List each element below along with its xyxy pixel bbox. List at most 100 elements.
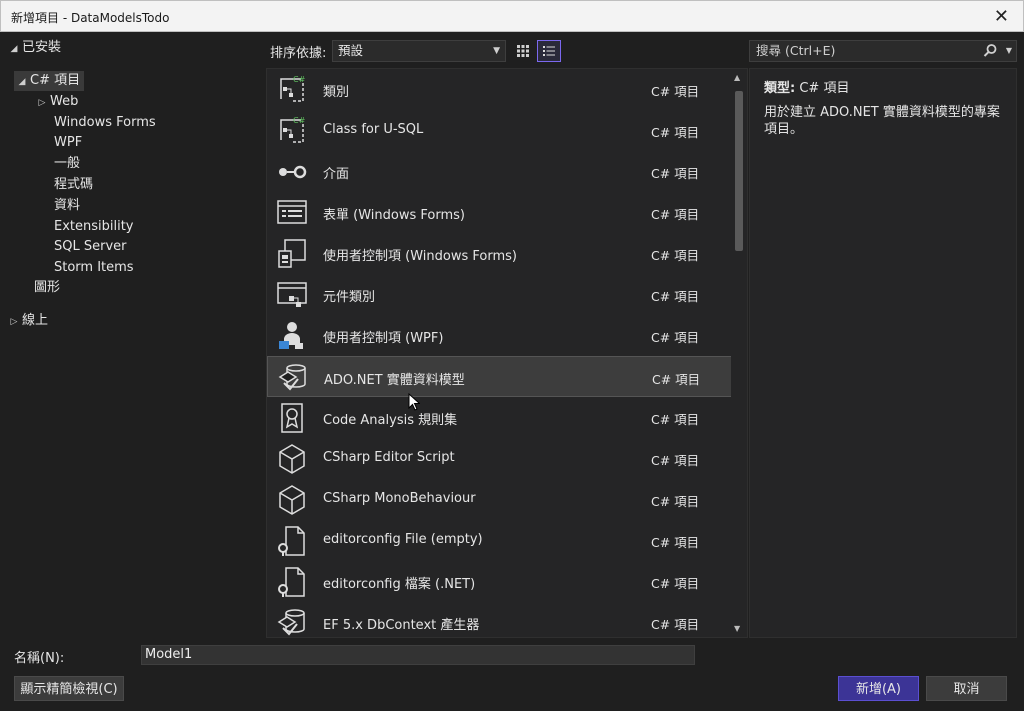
item-name: EF 5.x DbContext 產生器 (323, 618, 480, 633)
details-pane: 類型: C# 項目 用於建立 ADO.NET 實體資料模型的專案項目。 (749, 68, 1017, 638)
item-language: C# 項目 (651, 84, 700, 99)
tree-node-sql-server[interactable]: SQL Server (54, 237, 127, 257)
tree-node-storm-items[interactable]: Storm Items (54, 258, 134, 278)
tree-label-csharp: C# 項目 (30, 73, 81, 88)
grid-view-icon (517, 45, 529, 57)
tree-label: Web (50, 94, 79, 109)
compact-view-button[interactable]: 顯示精簡檢視(C) (14, 676, 124, 701)
class-icon: C# (275, 114, 309, 148)
tree-node-general[interactable]: 一般 (54, 154, 80, 174)
item-language: C# 項目 (651, 289, 700, 304)
item-language: C# 項目 (652, 372, 701, 387)
cube-icon (275, 442, 309, 476)
tree-node-csharp[interactable]: ◢ C# 項目 (14, 71, 84, 91)
list-scrollbar[interactable]: ▲ ▼ (731, 69, 747, 637)
list-item[interactable]: EF 5.x DbContext 產生器 C# 項目 (267, 602, 733, 637)
chevron-down-icon: ▼ (493, 46, 500, 56)
list-item[interactable]: CSharp MonoBehaviour C# 項目 (267, 479, 733, 520)
item-language: C# 項目 (651, 125, 700, 140)
title-bar: 新增項目 - DataModelsTodo ✕ (0, 0, 1024, 32)
tree-node-wpf[interactable]: WPF (54, 133, 82, 153)
svg-text:C#: C# (293, 116, 306, 125)
grid-view-button[interactable] (511, 40, 535, 62)
list-item[interactable]: 表單 (Windows Forms) C# 項目 (267, 192, 733, 233)
tree-node-windows-forms[interactable]: Windows Forms (54, 113, 156, 133)
tree-node-code[interactable]: 程式碼 (54, 175, 93, 195)
tree-node-online[interactable]: ▷ 線上 (6, 311, 48, 331)
item-name: 元件類別 (323, 290, 376, 305)
entity-model-icon (275, 606, 309, 637)
item-language: C# 項目 (651, 207, 700, 222)
tree-node-graphics[interactable]: 圖形 (34, 278, 60, 298)
scroll-down-icon[interactable]: ▼ (734, 624, 740, 633)
item-language: C# 項目 (651, 494, 700, 509)
list-item[interactable]: editorconfig File (empty) C# 項目 (267, 520, 733, 561)
item-name: 使用者控制項 (Windows Forms) (323, 249, 517, 264)
tree-label-installed: 已安裝 (22, 40, 62, 55)
tree-label-online: 線上 (22, 313, 49, 328)
item-name: 表單 (Windows Forms) (323, 208, 465, 223)
search-input[interactable]: 搜尋 (Ctrl+E) ▼ (749, 40, 1017, 62)
list-item[interactable]: C# Class for U-SQL C# 項目 (267, 110, 733, 151)
item-name: ADO.NET 實體資料模型 (324, 373, 465, 388)
type-value: C# 項目 (799, 81, 850, 96)
tree-node-web[interactable]: ▷ Web (34, 92, 79, 112)
item-type: 類型: C# 項目 (764, 77, 1002, 96)
component-icon (275, 278, 309, 312)
tree-label: 資料 (54, 198, 81, 213)
window-title: 新增項目 - DataModelsTodo (11, 11, 170, 25)
item-name: editorconfig 檔案 (.NET) (323, 577, 476, 592)
list-view-icon (543, 46, 555, 56)
sort-by-label: 排序依據: (270, 46, 327, 61)
item-name: Code Analysis 規則集 (323, 413, 458, 428)
item-name: 類別 (323, 85, 350, 100)
ruleset-icon (275, 401, 309, 435)
scroll-thumb[interactable] (735, 91, 743, 251)
tree-label: 圖形 (34, 280, 61, 295)
config-file-icon (275, 565, 309, 599)
item-language: C# 項目 (651, 453, 700, 468)
item-language: C# 項目 (651, 166, 700, 181)
list-item-selected[interactable]: ADO.NET 實體資料模型 C# 項目 (267, 356, 733, 397)
expand-right-icon: ▷ (10, 317, 18, 327)
list-item[interactable]: editorconfig 檔案 (.NET) C# 項目 (267, 561, 733, 602)
sort-by-dropdown[interactable]: 預設 ▼ (332, 40, 506, 62)
list-item[interactable]: C# 類別 C# 項目 (267, 69, 733, 110)
list-item[interactable]: 使用者控制項 (Windows Forms) C# 項目 (267, 233, 733, 274)
item-name: 介面 (323, 167, 350, 182)
template-tree: ◢ 已安裝 ◢ C# 項目 ▷ Web Windows Forms WPF 一般 程式… (0, 32, 258, 638)
tree-label: 程式碼 (54, 177, 94, 192)
class-icon: C# (275, 73, 309, 107)
template-list: C# 類別 C# 項目 C# Class for U-SQL C# 項目 介面 … (266, 68, 748, 638)
close-icon[interactable]: ✕ (994, 6, 1009, 27)
tree-node-extensibility[interactable]: Extensibility (54, 217, 134, 237)
item-language: C# 項目 (651, 330, 700, 345)
search-icon[interactable] (982, 43, 998, 59)
tree-node-data[interactable]: 資料 (54, 196, 80, 216)
item-language: C# 項目 (651, 412, 700, 427)
item-name: 使用者控制項 (WPF) (323, 331, 444, 346)
tree-label: Storm Items (54, 260, 134, 275)
cancel-button[interactable]: 取消 (926, 676, 1007, 701)
tree-label: WPF (54, 135, 83, 150)
list-item[interactable]: 使用者控制項 (WPF) C# 項目 (267, 315, 733, 356)
item-language: C# 項目 (651, 535, 700, 550)
list-item[interactable]: CSharp Editor Script C# 項目 (267, 438, 733, 479)
type-label: 類型: (764, 81, 796, 96)
name-field[interactable]: Model1 (141, 645, 695, 665)
list-item[interactable]: Code Analysis 規則集 C# 項目 (267, 397, 733, 438)
tree-node-installed[interactable]: ◢ 已安裝 (6, 38, 61, 58)
list-item[interactable]: 介面 C# 項目 (267, 151, 733, 192)
interface-icon (275, 155, 309, 189)
chevron-down-icon[interactable]: ▼ (1006, 41, 1012, 61)
tree-label: Windows Forms (54, 115, 156, 130)
cube-icon (275, 483, 309, 517)
list-item[interactable]: 元件類別 C# 項目 (267, 274, 733, 315)
item-description: 用於建立 ADO.NET 實體資料模型的專案項目。 (764, 105, 1000, 137)
sort-by-value: 預設 (338, 43, 364, 58)
add-button[interactable]: 新增(A) (838, 676, 919, 701)
scroll-up-icon[interactable]: ▲ (734, 73, 740, 82)
add-new-item-dialog: ◢ 已安裝 ◢ C# 項目 ▷ Web Windows Forms WPF 一般 程式… (0, 32, 1024, 711)
list-view-button[interactable] (537, 40, 561, 62)
svg-text:C#: C# (293, 75, 306, 84)
